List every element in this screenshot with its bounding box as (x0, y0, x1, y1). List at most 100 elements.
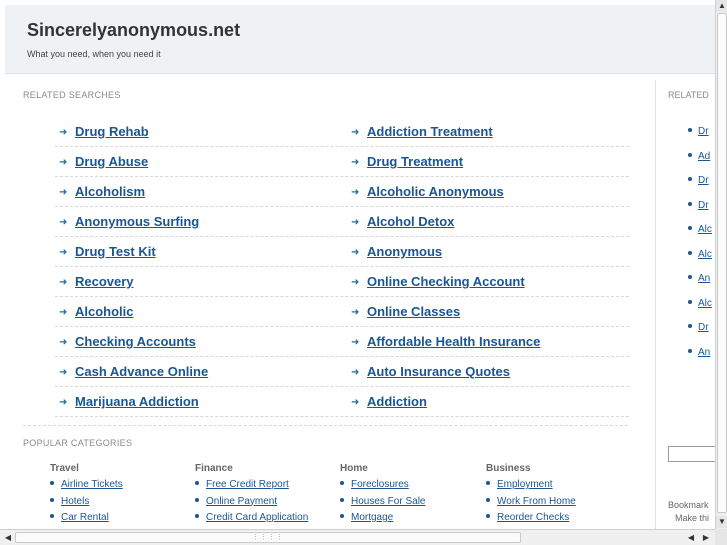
sidebar-link[interactable]: Ad (698, 151, 710, 162)
scroll-down-button[interactable]: ▼ (716, 516, 727, 528)
related-search-link[interactable]: Alcoholic Anonymous (367, 184, 504, 199)
category-link[interactable]: Houses For Sale (351, 496, 425, 507)
related-search-link[interactable]: Checking Accounts (75, 334, 196, 349)
related-search-link[interactable]: Anonymous Surfing (75, 214, 199, 229)
related-search-link[interactable]: Addiction (367, 394, 427, 409)
related-search-link[interactable]: Anonymous (367, 244, 442, 259)
sidebar-link[interactable]: Dr (698, 175, 709, 186)
related-search-item[interactable]: ➜ Checking Accounts (59, 334, 196, 349)
related-search-item[interactable]: ➜ Anonymous (351, 244, 442, 259)
related-search-item[interactable]: ➜ Recovery (59, 274, 134, 289)
related-search-item[interactable]: ➜ Online Checking Account (351, 274, 525, 289)
category-link[interactable]: Free Credit Report (206, 479, 289, 490)
related-search-link[interactable]: Addiction Treatment (367, 124, 493, 139)
related-search-item[interactable]: ➜ Drug Treatment (351, 154, 463, 169)
related-search-link[interactable]: Online Classes (367, 304, 460, 319)
sidebar-link[interactable]: Alc (698, 298, 712, 309)
related-search-item[interactable]: ➜ Alcoholic (59, 304, 134, 319)
sidebar-item[interactable]: An (688, 347, 710, 358)
sidebar-item[interactable]: An (688, 273, 710, 284)
sidebar-link[interactable]: Dr (698, 126, 709, 137)
category-link[interactable]: Credit Card Application (206, 512, 308, 523)
scroll-up-button[interactable]: ▲ (716, 0, 727, 12)
category-link[interactable]: Work From Home (497, 496, 576, 507)
related-search-item[interactable]: ➜ Affordable Health Insurance (351, 334, 540, 349)
related-search-item[interactable]: ➜ Drug Rehab (59, 124, 149, 139)
category-item[interactable]: Reorder Checks (486, 512, 626, 529)
category-item[interactable]: Foreclosures (340, 479, 480, 496)
sidebar-input[interactable] (668, 446, 717, 462)
sidebar-item[interactable]: Ad (688, 151, 710, 162)
related-search-item[interactable]: ➜ Alcoholism (59, 184, 145, 199)
category-item[interactable]: Airline Tickets (50, 479, 190, 496)
sidebar-item[interactable]: Alc (688, 298, 712, 309)
category-item[interactable]: Houses For Sale (340, 496, 480, 513)
related-search-link[interactable]: Cash Advance Online (75, 364, 208, 379)
related-search-link[interactable]: Drug Abuse (75, 154, 148, 169)
sidebar-link[interactable]: An (698, 273, 710, 284)
divider (23, 425, 628, 426)
related-search-link[interactable]: Drug Rehab (75, 124, 149, 139)
category-link[interactable]: Online Payment (206, 496, 277, 507)
related-search-item[interactable]: ➜ Alcoholic Anonymous (351, 184, 504, 199)
related-search-item[interactable]: ➜ Cash Advance Online (59, 364, 208, 379)
related-search-link[interactable]: Marijuana Addiction (75, 394, 199, 409)
sidebar-item[interactable]: Dr (688, 200, 709, 211)
related-search-item[interactable]: ➜ Drug Test Kit (59, 244, 156, 259)
related-search-link[interactable]: Drug Treatment (367, 154, 463, 169)
scroll-right-button[interactable]: ▶ (699, 531, 713, 544)
related-search-link[interactable]: Recovery (75, 274, 134, 289)
sidebar-item[interactable]: Dr (688, 322, 709, 333)
related-search-link[interactable]: Alcoholic (75, 304, 134, 319)
related-search-item[interactable]: ➜ Online Classes (351, 304, 460, 319)
related-search-link[interactable]: Alcohol Detox (367, 214, 454, 229)
related-search-item[interactable]: ➜ Anonymous Surfing (59, 214, 199, 229)
related-search-link[interactable]: Online Checking Account (367, 274, 525, 289)
category-item[interactable]: Work From Home (486, 496, 626, 513)
horizontal-scrollbar[interactable]: ◀ ⋮⋮⋮⋮ ◀ ▶ (0, 529, 715, 545)
category-link[interactable]: Reorder Checks (497, 512, 569, 523)
category-link[interactable]: Foreclosures (351, 479, 409, 490)
category-item[interactable]: Free Credit Report (195, 479, 335, 496)
sidebar-link[interactable]: Alc (698, 224, 712, 235)
arrow-right-icon: ➜ (351, 337, 360, 348)
horizontal-scroll-thumb[interactable]: ⋮⋮⋮⋮ (15, 532, 521, 543)
related-search-item[interactable]: ➜ Alcohol Detox (351, 214, 454, 229)
sidebar-item[interactable]: Alc (688, 249, 712, 260)
related-search-link[interactable]: Affordable Health Insurance (367, 334, 540, 349)
sidebar-item[interactable]: Dr (688, 175, 709, 186)
arrow-right-icon: ➜ (59, 127, 68, 138)
category-item[interactable]: Hotels (50, 496, 190, 513)
sidebar-link[interactable]: Dr (698, 200, 709, 211)
vertical-scrollbar[interactable]: ▲ ▼ (715, 0, 727, 529)
bookmark-text[interactable]: Bookmark (668, 500, 709, 510)
sidebar-item[interactable]: Alc (688, 224, 712, 235)
category-item[interactable]: Employment (486, 479, 626, 496)
related-search-link[interactable]: Alcoholism (75, 184, 145, 199)
category-link[interactable]: Airline Tickets (61, 479, 123, 490)
scroll-left-button[interactable]: ◀ (1, 531, 15, 544)
sidebar-link[interactable]: Dr (698, 322, 709, 333)
make-homepage-text[interactable]: Make thi (675, 513, 709, 523)
related-search-item[interactable]: ➜ Marijuana Addiction (59, 394, 199, 409)
vertical-scroll-thumb[interactable] (717, 13, 727, 513)
sidebar-item[interactable]: Dr (688, 126, 709, 137)
category-item[interactable]: Car Rental (50, 512, 190, 529)
related-search-item[interactable]: ➜ Addiction Treatment (351, 124, 493, 139)
related-search-link[interactable]: Drug Test Kit (75, 244, 156, 259)
category-item[interactable]: Online Payment (195, 496, 335, 513)
related-search-item[interactable]: ➜ Addiction (351, 394, 427, 409)
category-item[interactable]: Credit Card Application (195, 512, 335, 529)
sidebar-link[interactable]: An (698, 347, 710, 358)
category-link[interactable]: Hotels (61, 496, 89, 507)
related-search-item[interactable]: ➜ Auto Insurance Quotes (351, 364, 510, 379)
category-item[interactable]: Mortgage (340, 512, 480, 529)
category-link[interactable]: Mortgage (351, 512, 393, 523)
related-search-item[interactable]: ➜ Drug Abuse (59, 154, 148, 169)
site-title[interactable]: Sincerelyanonymous.net (27, 20, 240, 41)
sidebar-link[interactable]: Alc (698, 249, 712, 260)
category-link[interactable]: Car Rental (61, 512, 109, 523)
category-link[interactable]: Employment (497, 479, 553, 490)
related-search-link[interactable]: Auto Insurance Quotes (367, 364, 510, 379)
scroll-left-button-right[interactable]: ◀ (684, 531, 698, 544)
